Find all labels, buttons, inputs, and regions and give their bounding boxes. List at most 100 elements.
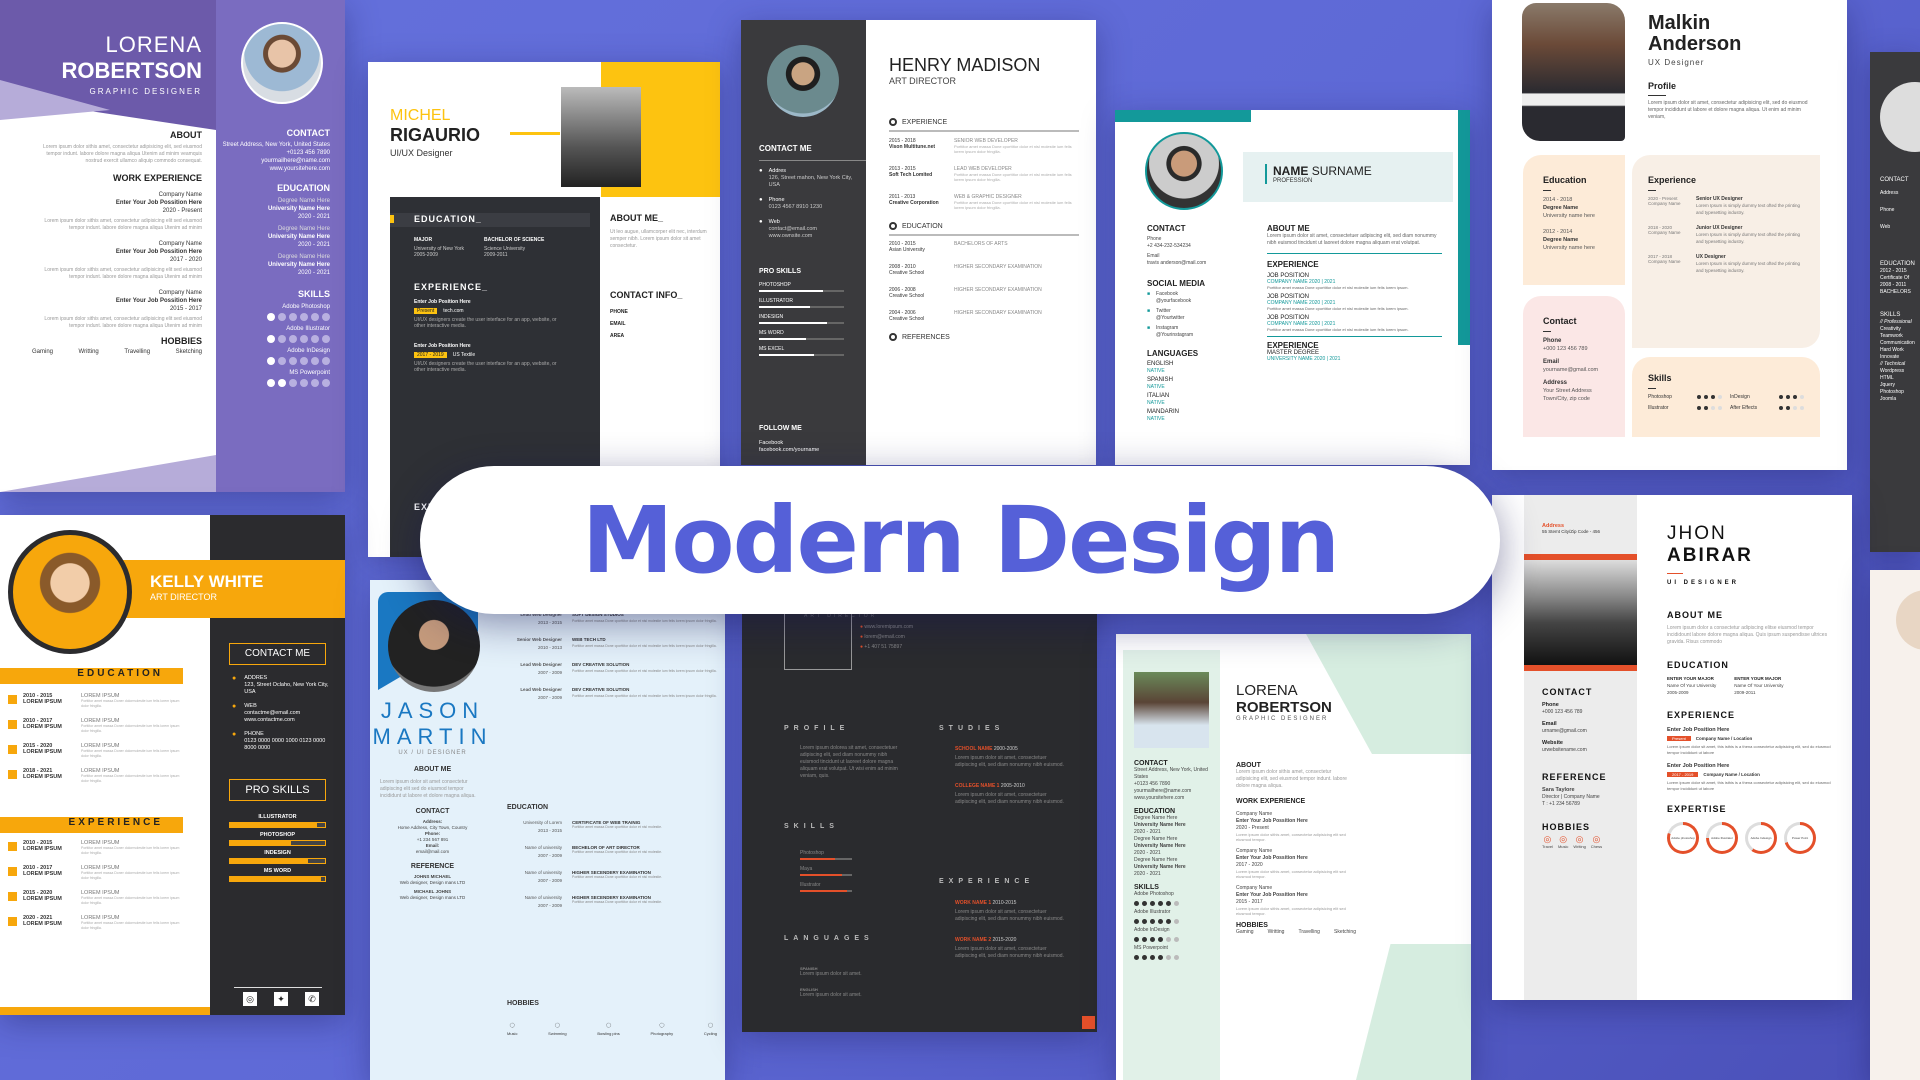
experience-right: LEAD WEB DEVELOPER Porttitor amet massa D…	[954, 166, 1079, 182]
resume-card-amber[interactable]: Jones ART DIRECTOR ● www.loremipsum.com●…	[742, 580, 1097, 1032]
resume-card-lorena-purple[interactable]: LORENA ROBERTSON GRAPHIC DESIGNER ABOUT …	[0, 0, 345, 492]
experience-right: Senior UX Designer Lorem Ipsum is simply …	[1696, 196, 1804, 216]
item-left: 2010 - 2017 LOREM IPSUM	[23, 865, 75, 880]
bullet-square	[8, 770, 17, 779]
references-icon	[889, 333, 897, 341]
desc: Porttitor amet massa Doner dolormolestie…	[81, 749, 180, 758]
experience-item: WORK NAME 2 2015-2020 Lorem ipsum dolor s…	[955, 937, 1065, 960]
desc: Porttitor amet massa Done cporttitor dol…	[954, 172, 1072, 182]
job-position: Enter Job Position Here	[1667, 763, 1730, 769]
social-text: Instagram @Yourinstagram	[1156, 325, 1193, 339]
school: Name Of Your University	[1667, 683, 1717, 688]
skill-dot	[267, 335, 275, 343]
company: Vison Multitune.net	[889, 144, 936, 150]
whatsapp-icon[interactable]: ✆	[305, 992, 319, 1006]
work-item: Company Name Enter Your Job Possition Her…	[1236, 885, 1356, 916]
item-left: 2018 - 2021 LOREM IPSUM	[23, 768, 75, 783]
resume-card-partial-right[interactable]: CONTACT Address Phone Web EDUCATION 2012 -…	[1870, 52, 1920, 552]
hobby-icon: ◌	[554, 1020, 561, 1031]
skill-dot	[278, 357, 286, 365]
item-right: LOREM IPSUM Porttitor amet massa Doner do…	[81, 915, 188, 930]
professional-heading: // Professional	[1880, 319, 1912, 325]
degree: Degree Name Here	[1134, 815, 1178, 821]
school: Name Of Your University	[1734, 683, 1784, 688]
contact-item: Website urwebsitename.com	[1542, 740, 1619, 754]
item-right: LOREM IPSUM Porttitor amet massa Doner do…	[81, 743, 188, 758]
resume-card-jhon[interactable]: Address 55 Stemt City/Zip Code - 456 CON…	[1492, 495, 1852, 1000]
skill-dot	[311, 379, 319, 387]
school: Asian University	[889, 247, 925, 253]
expertise-label: Adobe photoshop	[1670, 825, 1696, 851]
hobby-item: ◌ Cycling	[704, 1020, 717, 1036]
experience-right: UX Designer Lorem Ipsum is simply dummy t…	[1696, 254, 1804, 274]
contact-value: contactme@email.com www.contactme.com	[244, 710, 301, 723]
desc: Lorem Ipsum is simply dummy text ofted t…	[1696, 261, 1801, 273]
label: LOREM IPSUM	[23, 749, 62, 755]
resume-card-henry[interactable]: CONTACT ME ● Addres 126, Street mahon, New…	[741, 20, 1096, 465]
contact-value: urwebsitename.com	[1542, 747, 1587, 753]
education-item: Name of university 2007 - 2009 BECHELOR OF…	[507, 845, 717, 858]
skill-dots	[1697, 395, 1722, 399]
language-name: ENGLISH	[1147, 361, 1174, 367]
twitter-icon[interactable]: ✦	[274, 992, 288, 1006]
contact-line: +0123 456 7890	[1134, 781, 1171, 787]
degree: Degree Name Here	[277, 198, 330, 204]
resume-card-lorena-green[interactable]: LORENA ROBERTSON GRAPHIC DESIGNER CONTAC…	[1116, 634, 1471, 1080]
work-dates: 2010-2015	[992, 900, 1017, 906]
decor-line	[510, 132, 560, 135]
social-item: ■ Twitter @Yourtwitter	[1147, 308, 1247, 322]
company: Creative Corporation	[889, 200, 939, 206]
skill-dots	[220, 335, 330, 343]
company: Company Name / Location	[1703, 772, 1760, 777]
skill-item: Photoshop	[1880, 389, 1904, 395]
job-desc: Lorem ipsum dolor sithis amet, consectet…	[44, 267, 202, 280]
hobbies-heading: HOBBIES	[1236, 922, 1268, 929]
profile-heading: PROFILE	[784, 725, 850, 732]
resume-card-partial-bottom-right[interactable]	[1870, 570, 1920, 1080]
language-item: SPANISH NATIVE	[1147, 377, 1247, 391]
skill-dot	[289, 313, 297, 321]
instagram-icon[interactable]: ◎	[243, 992, 257, 1006]
contact-item: Phone +2 434-232-534234	[1147, 236, 1247, 250]
briefcase-icon	[889, 118, 897, 126]
education-item: ENTER YOUR MAJOR Name Of Your University 2…	[1667, 675, 1716, 696]
reference-role: Web designer, Design mans LTD	[399, 880, 466, 885]
study-name: SCHOOL NAME	[955, 746, 994, 752]
follow-link[interactable]: Facebook facebook.com/yourname	[759, 440, 819, 454]
desc: Lorem ipsum dolor sit amet, this isthis …	[1667, 744, 1831, 755]
skill-dot	[1158, 901, 1163, 906]
studies-heading: STUDIES	[939, 725, 1005, 732]
dates: 2010 - 2013	[537, 645, 562, 650]
contact-label: Email	[1147, 253, 1160, 259]
reference-heading: REFERENCE	[410, 863, 455, 870]
resume-card-jason[interactable]: JASON MARTIN UX / UI DESIGNER ABOUT ME L…	[370, 580, 725, 1080]
skill-dot	[1142, 937, 1147, 942]
reference-role: Director | Company Name	[1542, 794, 1600, 800]
skill-dot	[300, 313, 308, 321]
skill-name: MS WORD	[759, 330, 784, 336]
resume-card-kelly[interactable]: KELLY WHITE ART DIRECTOR EDUCATION 2010 …	[0, 515, 345, 1015]
skill-bar	[800, 858, 852, 860]
contact-value: 0123 4567 8910 1230	[768, 204, 823, 210]
dates: 2013 - 2015	[537, 620, 562, 625]
major: ENTER YOUR MAJOR	[1734, 676, 1782, 681]
last-name: Anderson	[1648, 33, 1742, 55]
study-head: COLLEGE NAME 1 2005-2010	[955, 783, 1065, 789]
resume-card-malkin[interactable]: Malkin Anderson UX Designer Profile Lore…	[1492, 0, 1847, 470]
skill-name: MS WORD	[263, 868, 292, 874]
dates: 2020 - 2021	[1134, 829, 1161, 835]
experience-left: Senior Web Designer 2010 - 2013	[507, 637, 562, 650]
date-badge: Present	[1667, 736, 1691, 741]
skill-item: InDesign	[1730, 394, 1804, 400]
contact-label: Phone	[1542, 702, 1559, 708]
resume-card-name-surname[interactable]: NAME SURNAME PROFESSION CONTACT Phone +2 …	[1115, 110, 1470, 465]
contact-line: +0123 456 7890	[286, 150, 330, 156]
hobby-name: Chess	[1590, 844, 1603, 849]
education-dates: 2009-2011	[484, 252, 508, 258]
skill-dot	[1793, 406, 1797, 410]
company: DEV CREATIVE SOLUTION	[572, 662, 630, 667]
skill-dot	[1711, 406, 1715, 410]
expertise-ring: Adobe Indesign	[1745, 822, 1777, 854]
profile-photo	[1880, 82, 1920, 152]
skill-dots	[220, 357, 330, 365]
